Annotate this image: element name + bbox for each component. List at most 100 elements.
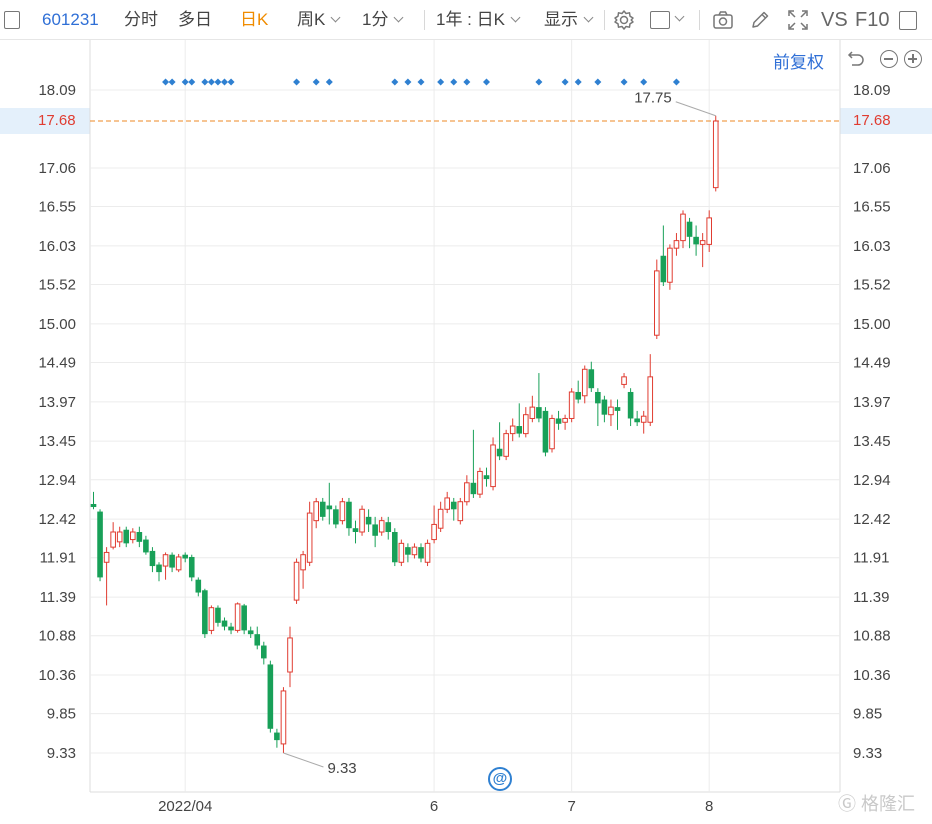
candle-down — [450, 497, 457, 521]
y-tick-label-left: 13.97 — [38, 394, 76, 411]
candle-body — [339, 501, 346, 522]
candle-body — [156, 564, 162, 573]
candle-body — [654, 270, 660, 336]
y-tick-label-left: 12.94 — [38, 472, 76, 489]
candle-down — [274, 728, 280, 748]
y-tick-label-left: 15.00 — [38, 316, 76, 333]
candle-body — [149, 550, 156, 567]
candle-up — [110, 522, 116, 550]
candle-up — [424, 539, 431, 567]
candle-down — [372, 516, 378, 548]
event-marker — [214, 78, 222, 86]
min-leader-line — [283, 752, 324, 768]
candle-body — [319, 501, 326, 517]
y-tick-label-left: 11.91 — [40, 550, 76, 567]
event-marker — [561, 78, 569, 86]
candle-body — [457, 501, 464, 522]
candle-down — [470, 429, 477, 498]
candle-body — [503, 433, 509, 457]
y-tick-label-right: 16.03 — [853, 238, 891, 255]
y-tick-label-left: 10.36 — [38, 667, 76, 684]
candle-body — [293, 561, 300, 601]
event-marker — [417, 78, 425, 86]
candle-body — [693, 236, 699, 245]
candle-up — [490, 437, 496, 491]
candle-body — [103, 551, 110, 563]
event-marker — [535, 78, 543, 86]
candle-down — [516, 403, 523, 438]
y-tick-label-left: 16.55 — [38, 199, 76, 216]
candle-down — [221, 617, 228, 631]
at-icon[interactable]: @ — [488, 767, 512, 791]
candle-body — [496, 448, 503, 457]
candle-body — [608, 406, 614, 416]
y-tick-label-right: 13.97 — [853, 394, 891, 411]
candle-down — [660, 225, 667, 287]
candle-down — [536, 373, 542, 423]
watermark-text: 格隆汇 — [861, 794, 916, 814]
candle-body — [306, 512, 313, 563]
min-price-label: 9.33 — [327, 760, 356, 777]
candle-up — [398, 539, 405, 567]
candle-body — [241, 605, 247, 631]
watermark: Ⓖ 格隆汇 — [838, 794, 916, 814]
candle-up — [477, 467, 483, 498]
candle-up — [523, 407, 529, 438]
event-marker — [391, 78, 399, 86]
candle-down — [693, 225, 699, 256]
candle-body — [542, 410, 549, 453]
grid-layer — [89, 40, 841, 793]
y-tick-label-right: 9.85 — [853, 706, 882, 723]
candle-body — [346, 501, 352, 529]
candle-body — [162, 554, 169, 567]
candle-body — [549, 417, 555, 450]
y-tick-label-right: 12.94 — [853, 472, 891, 489]
candle-up — [208, 605, 215, 635]
candle-up — [339, 497, 346, 525]
candle-body — [352, 528, 359, 532]
event-marker — [188, 78, 196, 86]
candle-body — [699, 240, 706, 245]
candle-up — [411, 543, 418, 559]
candle-down — [418, 543, 424, 563]
candle-down — [365, 509, 372, 532]
candle-body — [555, 418, 562, 424]
candle-body — [562, 417, 568, 423]
candle-body — [706, 217, 713, 245]
candle-body — [621, 376, 627, 385]
candle-body — [483, 475, 490, 480]
candle-body — [110, 531, 116, 548]
candle-body — [575, 391, 581, 400]
candle-body — [529, 406, 536, 419]
candle-body — [680, 213, 686, 242]
candle-body — [673, 240, 680, 249]
candle-down — [241, 603, 247, 635]
candle-body — [660, 255, 667, 283]
candle-body — [392, 532, 398, 563]
candle-down — [143, 535, 149, 555]
candle-up — [680, 210, 686, 249]
candle-body — [647, 376, 654, 423]
candle-down — [352, 520, 359, 544]
y-tick-label-left: 17.06 — [38, 160, 76, 177]
candle-up — [509, 418, 516, 442]
candle-body — [385, 522, 392, 532]
candlestick-chart[interactable]: 18.09 18.09 17.06 17.06 16.55 16.55 16.03 16.03… — [0, 0, 932, 824]
candle-body — [116, 531, 123, 543]
event-marker — [483, 78, 490, 86]
event-marker — [620, 78, 628, 86]
candle-body — [634, 418, 640, 423]
candle-body — [254, 634, 261, 646]
candle-down — [254, 626, 261, 650]
event-marker — [162, 78, 170, 86]
candle-body — [280, 690, 287, 745]
candle-up — [175, 553, 182, 573]
candle-up — [313, 497, 319, 529]
candle-body — [97, 511, 103, 578]
y-tick-label-left: 12.42 — [38, 511, 76, 528]
event-marker — [325, 78, 333, 86]
candle-down — [228, 622, 234, 635]
candle-body — [261, 645, 267, 659]
y-tick-label-left: 11.39 — [40, 589, 76, 606]
y-tick-label-right: 10.36 — [853, 667, 891, 684]
